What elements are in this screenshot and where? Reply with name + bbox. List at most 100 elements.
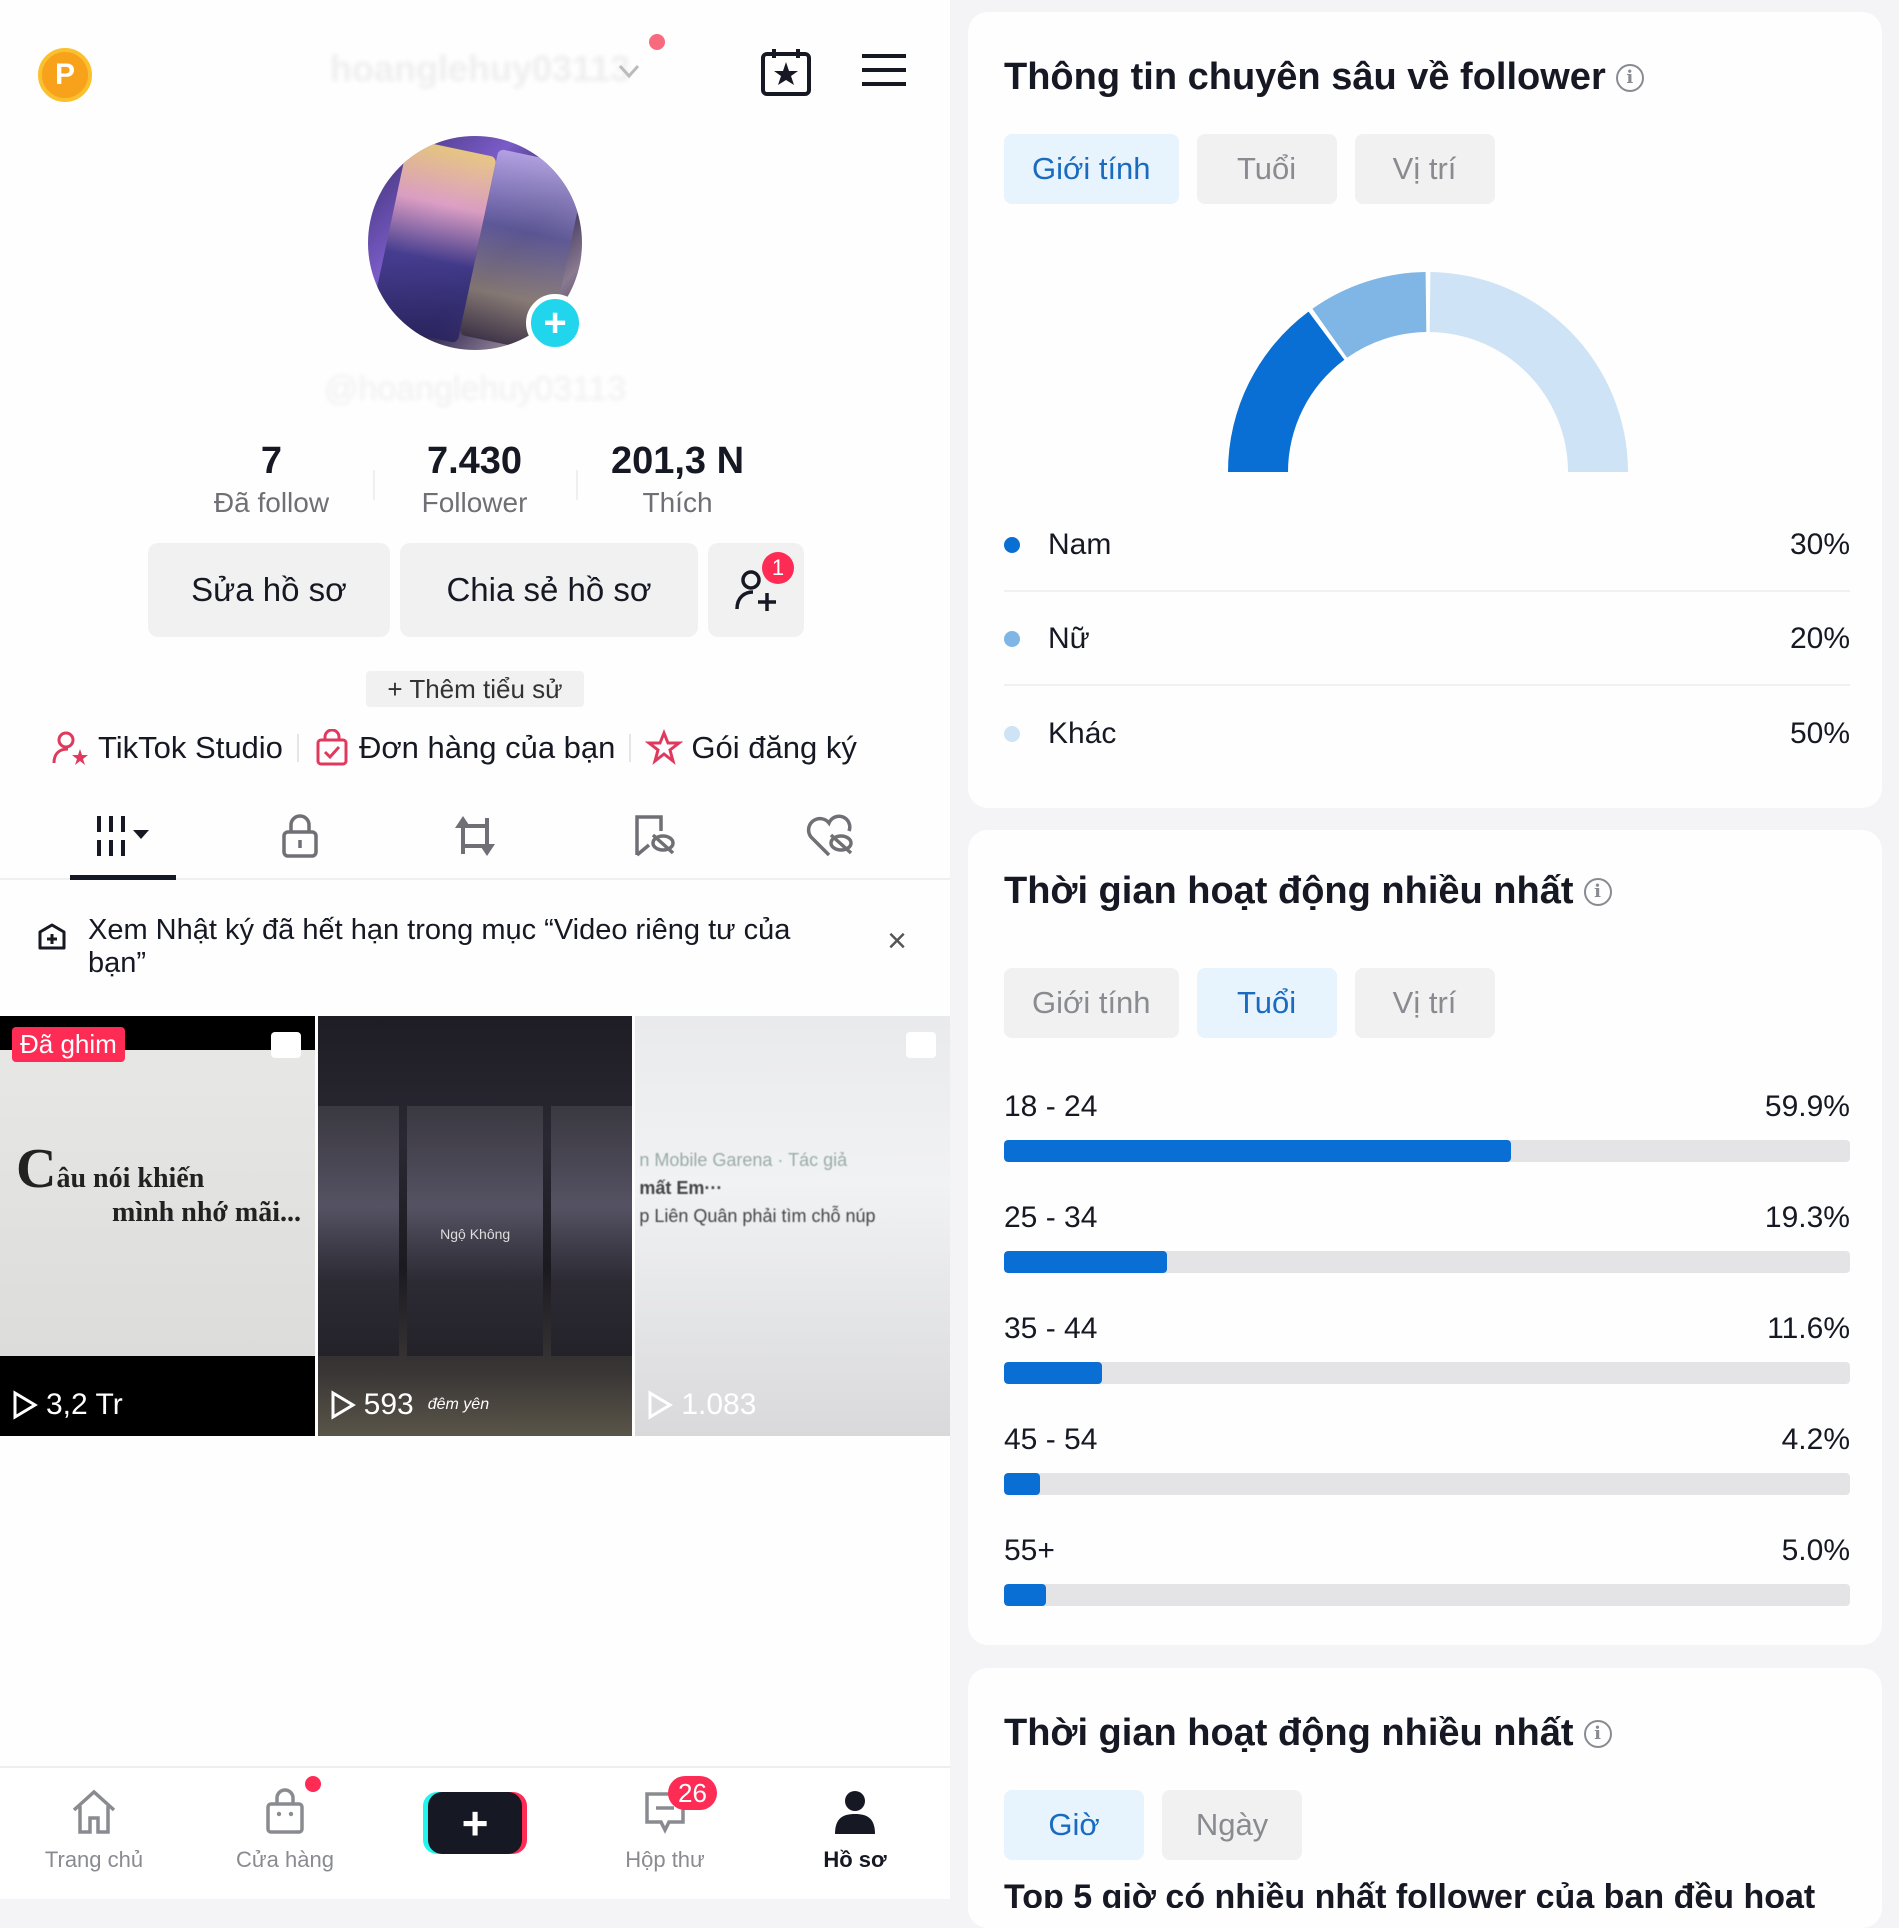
bar-value-label: 11.6% — [1767, 1312, 1850, 1345]
subscriptions-link[interactable]: Gói đăng ký — [645, 729, 857, 767]
pinned-badge: Đã ghim — [12, 1027, 125, 1062]
photo-icon — [270, 1032, 301, 1058]
create-plus-icon: + — [461, 1797, 489, 1849]
tab-liked[interactable] — [800, 810, 860, 862]
video-thumbnail[interactable]: Đã ghim Câu nói khiến mình nhớ mãi... 3,… — [0, 1016, 315, 1436]
photo-icon — [906, 1032, 937, 1058]
segment-control: Giới tính Tuổi Vị trí — [1004, 968, 1495, 1038]
video-thumbnail[interactable]: n Mobile Garena · Tác giả mất Em··· p Li… — [635, 1016, 951, 1436]
donut-slice-nam — [1228, 311, 1345, 472]
legend-dot — [1004, 537, 1020, 553]
nav-profile[interactable]: Hồ sơ — [785, 1786, 925, 1873]
stat-value: 7.430 — [426, 440, 523, 482]
card-title: Thông tin chuyên sâu về follower i — [1004, 56, 1644, 99]
segment-location[interactable]: Vị trí — [1354, 134, 1495, 204]
nav-shop[interactable]: Cửa hàng — [215, 1786, 355, 1873]
bookmark-hidden-icon — [635, 815, 675, 857]
segment-day[interactable]: Ngày — [1162, 1790, 1302, 1860]
bar-category-label: 35 - 44 — [1004, 1312, 1098, 1345]
active-time-card: Thời gian hoạt động nhiều nhất i Giờ Ngà… — [968, 1668, 1882, 1928]
video-thumbnail[interactable]: Ngộ Không 593 đêm yên — [317, 1016, 633, 1436]
bar-fill — [1004, 1140, 1511, 1162]
segment-age[interactable]: Tuổi — [1196, 134, 1337, 204]
segment-age[interactable]: Tuổi — [1196, 968, 1337, 1038]
expired-diary-notice[interactable]: Xem Nhật ký đã hết hạn trong mục “Video … — [88, 914, 808, 980]
star-ribbon-icon — [645, 729, 684, 765]
age-bar-row: 18 - 24 59.9% — [1004, 1090, 1850, 1162]
divider — [373, 470, 375, 500]
stat-value: 7 — [260, 440, 283, 482]
segment-hour[interactable]: Giờ — [1004, 1790, 1144, 1860]
profile-links: TikTok Studio Đơn hàng của bạn Gói đăng … — [52, 725, 857, 771]
bar-value-label: 4.2% — [1781, 1423, 1850, 1456]
friend-request-badge: 1 — [762, 552, 794, 584]
profile-stats: 7 Đã follow 7.430 Follower 201,3 N Thích — [170, 440, 780, 530]
info-icon[interactable]: i — [1583, 877, 1612, 906]
follower-insights-card: Thông tin chuyên sâu về follower i Giới … — [968, 12, 1882, 808]
segment-gender[interactable]: Giới tính — [1004, 968, 1179, 1038]
legend-label: Khác — [1048, 717, 1117, 750]
bar-value-label: 5.0% — [1781, 1534, 1850, 1567]
tab-favorites[interactable] — [624, 810, 684, 862]
bar-category-label: 18 - 24 — [1004, 1090, 1098, 1123]
tiktok-studio-link[interactable]: TikTok Studio — [52, 729, 283, 767]
thumbnail-text: Ngộ Không — [440, 1226, 511, 1242]
bar-value-label: 19.3% — [1764, 1201, 1850, 1234]
share-profile-button[interactable]: Chia sẻ hồ sơ — [400, 543, 698, 637]
divider — [296, 734, 299, 762]
lock-icon — [282, 814, 318, 858]
stat-following[interactable]: 7 Đã follow — [170, 440, 373, 530]
segment-gender[interactable]: Giới tính — [1004, 134, 1179, 204]
view-count: 593 đêm yên — [330, 1388, 489, 1422]
user-star-icon — [52, 731, 88, 765]
inbox-badge: 26 — [668, 1776, 717, 1810]
age-insights-card: Thời gian hoạt động nhiều nhất i Giới tí… — [968, 830, 1882, 1645]
bar-category-label: 25 - 34 — [1004, 1201, 1098, 1234]
orders-link[interactable]: Đơn hàng của bạn — [313, 729, 615, 767]
nav-home[interactable]: Trang chủ — [24, 1786, 164, 1873]
create-button[interactable]: + — [428, 1792, 522, 1854]
menu-icon[interactable] — [862, 52, 906, 88]
active-tab-indicator — [70, 875, 176, 880]
stat-followers[interactable]: 7.430 Follower — [373, 440, 576, 530]
bar-fill — [1004, 1362, 1103, 1384]
insights-panel: Thông tin chuyên sâu về follower i Giới … — [950, 0, 1899, 1928]
chevron-down-icon[interactable] — [614, 56, 644, 86]
notification-dot — [649, 34, 665, 50]
age-bar-row: 35 - 44 11.6% — [1004, 1312, 1850, 1384]
legend-label: Nữ — [1048, 622, 1090, 655]
content-tabs — [0, 800, 950, 880]
shop-icon — [266, 1788, 304, 1834]
calendar-star-icon[interactable] — [760, 48, 812, 96]
segment-control: Giới tính Tuổi Vị trí — [1004, 134, 1495, 204]
info-icon[interactable]: i — [1615, 63, 1644, 92]
bar-track — [1004, 1362, 1850, 1384]
stat-likes[interactable]: 201,3 N Thích — [576, 440, 779, 530]
gender-half-donut-chart — [1228, 272, 1628, 472]
tab-private[interactable] — [270, 810, 330, 862]
tab-reposts[interactable] — [445, 810, 505, 862]
bar-fill — [1004, 1584, 1047, 1606]
edit-profile-button[interactable]: Sửa hồ sơ — [148, 543, 390, 637]
info-icon[interactable]: i — [1583, 1719, 1612, 1748]
segment-location[interactable]: Vị trí — [1354, 968, 1495, 1038]
video-grid: Đã ghim Câu nói khiến mình nhớ mãi... 3,… — [0, 1016, 951, 1436]
tab-videos[interactable] — [90, 810, 162, 862]
add-avatar-button[interactable]: + — [526, 294, 584, 352]
view-count: 3,2 Tr — [12, 1388, 123, 1422]
coin-icon[interactable]: P — [38, 48, 92, 102]
close-icon[interactable]: × — [880, 922, 914, 960]
stat-label: Follower — [421, 487, 528, 518]
add-bio-button[interactable]: + Thêm tiểu sử — [366, 671, 584, 707]
repost-icon — [455, 816, 495, 856]
donut-slice-khác — [1429, 272, 1628, 472]
legend-value: 20% — [1789, 622, 1850, 655]
bar-fill — [1004, 1251, 1168, 1273]
bar-fill — [1004, 1473, 1040, 1495]
profile-panel: P hoanglehuy03113 + @hoanglehuy03113 7 Đ… — [0, 0, 951, 1899]
account-switcher[interactable]: hoanglehuy03113 — [330, 48, 630, 92]
thumbnail-text: n Mobile Garena · Tác giả mất Em··· p Li… — [639, 1150, 876, 1226]
diary-icon — [38, 923, 66, 950]
profile-handle: @hoanglehuy03113 — [323, 370, 627, 408]
card-title: Thời gian hoạt động nhiều nhất i — [1004, 1712, 1612, 1755]
